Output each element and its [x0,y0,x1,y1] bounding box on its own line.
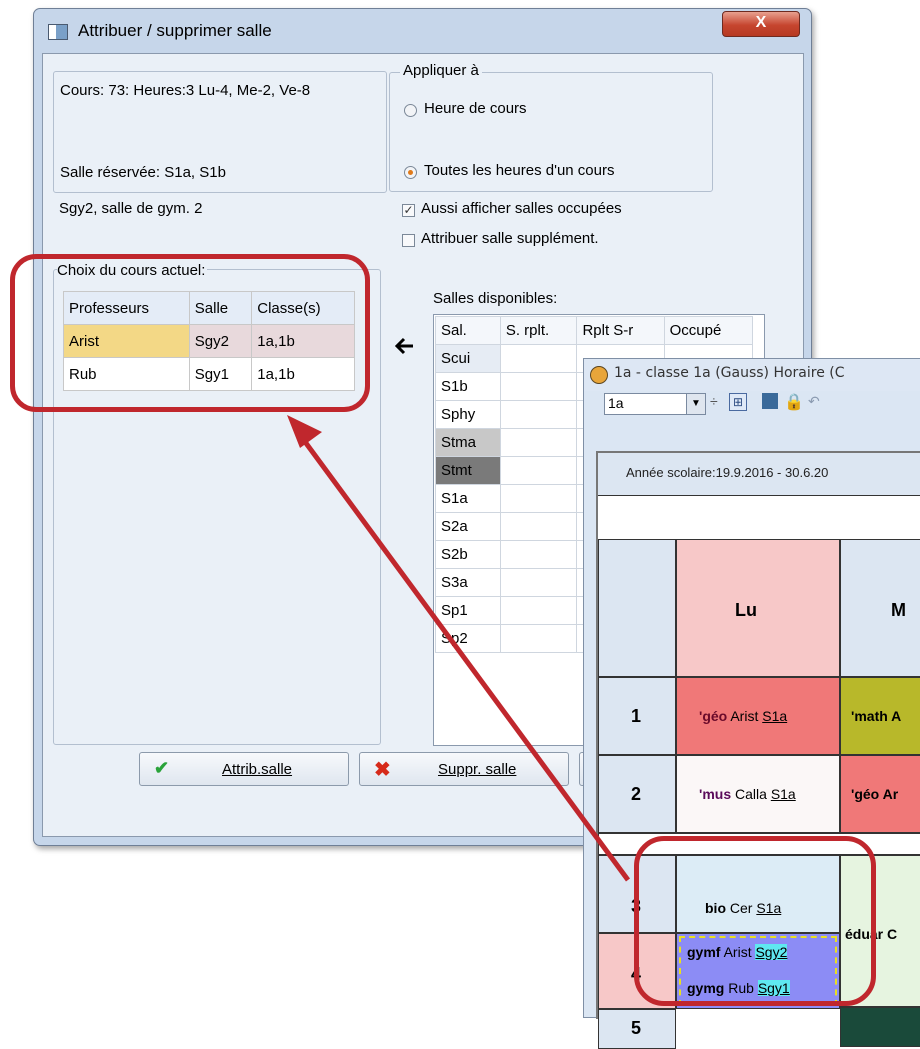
room-cell[interactable]: Stmt [435,456,501,485]
day-lu-label: Lu [735,600,757,620]
lesson-geo[interactable]: 'géo Arist S1a [676,677,840,755]
col-rpltsr[interactable]: Rplt S-r [576,316,665,345]
chevron-down-icon[interactable]: ▼ [686,394,705,414]
school-year: Année scolaire:19.9.2016 - 30.6.20 [626,465,829,480]
class-select-value: 1a [608,395,624,411]
check-show-occupied-label[interactable]: Aussi afficher salles occupées [421,200,622,217]
col-occupe[interactable]: Occupé [663,316,754,345]
close-button[interactable]: X [722,11,800,37]
assign-room-button[interactable]: ✔ Attrib.salle [139,752,349,786]
room-cell[interactable]: S2a [435,512,501,541]
radio-toutes[interactable] [404,166,417,179]
period-5: 5 [598,1009,676,1049]
arrow-left-icon [394,337,413,355]
room-cell[interactable]: Sp1 [435,596,501,625]
room-cell[interactable]: Scui [435,344,501,373]
radio-toutes-label[interactable]: Toutes les heures d'un cours [424,162,614,179]
reserved-room: Salle réservée: S1a, S1b [60,164,226,181]
corner-cell [598,539,676,677]
course-info: Cours: 73: Heures:3 Lu-4, Me-2, Ve-8 [60,82,311,99]
clock-icon [590,366,608,384]
spin-icon[interactable]: ÷ [710,393,718,409]
period-1: 1 [598,677,676,755]
remove-room-button[interactable]: ✖ Suppr. salle [359,752,569,786]
lock-icon[interactable]: 🔒 [784,392,804,412]
highlight-oval-gym [634,836,876,1006]
col-sal[interactable]: Sal. [435,316,501,345]
check-extra-room-label[interactable]: Attribuer salle supplément. [421,230,599,247]
room-cell[interactable]: S2b [435,540,501,569]
lesson-dark[interactable] [840,1007,920,1047]
remove-room-label: Suppr. salle [438,761,517,778]
apply-to-group: Appliquer à Heure de cours Toutes les he… [389,62,713,192]
dialog-titlebar[interactable]: Attribuer / supprimer salle X [34,9,811,51]
room-cell[interactable]: S3a [435,568,501,597]
timetable-title: 1a - classe 1a (Gauss) Horaire (C [614,365,845,381]
period-2: 2 [598,755,676,833]
class-select[interactable]: 1a ▼ [604,393,706,415]
day-header-m[interactable]: M [840,539,920,677]
highlight-oval [10,254,370,412]
window-icon [48,24,68,40]
apply-to-legend: Appliquer à [400,62,482,79]
check-extra-room[interactable] [402,234,415,247]
room-cell[interactable]: Stma [435,428,501,457]
course-info-group: Cours: 73: Heures:3 Lu-4, Me-2, Ve-8 Sal… [53,71,387,193]
export-icon[interactable] [762,393,778,409]
cross-icon: ✖ [374,759,391,781]
col-srplt[interactable]: S. rplt. [499,316,578,345]
lesson-math[interactable]: 'math A [840,677,920,755]
day-header-lu[interactable]: Lu [676,539,840,677]
check-show-occupied[interactable]: ✓ [402,204,415,217]
lesson-mus[interactable]: 'mus Calla S1a [676,755,840,833]
day-m-label: M [891,600,906,620]
dialog-title: Attribuer / supprimer salle [78,21,272,40]
assign-room-label: Attrib.salle [222,761,293,778]
grid-icon[interactable]: ⊞ [729,393,747,411]
undo-icon[interactable]: ↶ [808,393,820,410]
lesson-geo-2[interactable]: 'géo Ar [840,755,920,833]
room-description: Sgy2, salle de gym. 2 [59,200,203,217]
room-cell[interactable]: S1a [435,484,501,513]
timetable-titlebar[interactable]: 1a - classe 1a (Gauss) Horaire (C [584,359,920,391]
radio-heure[interactable] [404,104,417,117]
radio-heure-label[interactable]: Heure de cours [424,100,527,117]
room-cell[interactable]: S1b [435,372,501,401]
year-header: Année scolaire:19.9.2016 - 30.6.20 [598,453,920,496]
check-icon: ✔ [154,758,170,778]
room-cell[interactable]: Sp2 [435,624,501,653]
available-rooms-label: Salles disponibles: [433,290,558,307]
room-cell[interactable]: Sphy [435,400,501,429]
